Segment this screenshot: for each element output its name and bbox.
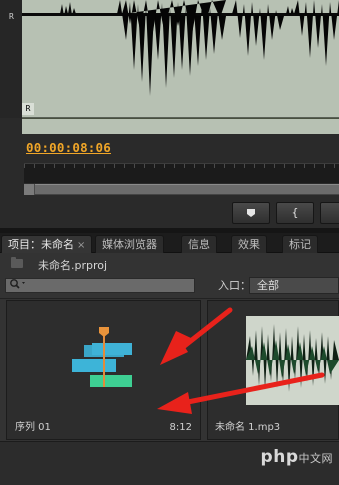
audio-clip-name: 未命名 1.mp3 bbox=[215, 422, 281, 433]
ruler-tick bbox=[184, 164, 185, 168]
in-point-select[interactable]: 全部 bbox=[249, 277, 339, 294]
ruler-tick bbox=[34, 164, 35, 168]
timeline-scrollbar[interactable] bbox=[24, 184, 339, 195]
tab-info[interactable]: 信息 bbox=[181, 235, 217, 253]
ruler-tick bbox=[174, 164, 175, 168]
ruler-tick bbox=[164, 164, 165, 168]
tab-media-browser-label: 媒体浏览器 bbox=[102, 238, 157, 251]
scrollbar-grip[interactable] bbox=[24, 184, 35, 195]
tab-effects-label: 效果 bbox=[238, 238, 260, 251]
channel-gutter: R bbox=[0, 0, 22, 118]
ruler-tick bbox=[294, 164, 295, 168]
channel-label-top: R bbox=[9, 12, 14, 21]
sequence-icon bbox=[72, 327, 132, 387]
folder-icon bbox=[11, 257, 23, 268]
ruler-tick bbox=[94, 164, 95, 168]
ruler-tick bbox=[244, 164, 245, 168]
waveform-bottom-strip bbox=[22, 118, 339, 134]
ruler-tick bbox=[214, 164, 215, 168]
monitor-transport-controls: { bbox=[0, 202, 339, 226]
ruler-tick bbox=[44, 164, 45, 168]
tab-project[interactable]: 项目：未命名 × bbox=[1, 235, 93, 253]
time-ruler[interactable] bbox=[24, 163, 339, 183]
panel-tabbar: 项目：未命名 × 媒体浏览器 信息 效果 标记 bbox=[0, 233, 339, 253]
ruler-tick bbox=[204, 164, 205, 168]
watermark-logo: php中文网 bbox=[261, 447, 333, 467]
mark-in-button[interactable]: { bbox=[276, 202, 314, 224]
close-icon[interactable]: × bbox=[77, 240, 85, 251]
ruler-tick bbox=[54, 164, 55, 168]
ruler-tick bbox=[234, 164, 235, 168]
ruler-tick bbox=[264, 164, 265, 168]
watermark-text: php bbox=[260, 447, 299, 467]
sequence-item[interactable]: 序列 01 8:12 bbox=[6, 300, 201, 440]
ruler-tick bbox=[74, 164, 75, 168]
tab-project-label: 项目：未命名 bbox=[8, 238, 74, 251]
tab-info-label: 信息 bbox=[188, 238, 210, 251]
in-point-label: 入口： bbox=[218, 279, 251, 292]
ruler-tick bbox=[324, 164, 325, 168]
ruler-tick bbox=[124, 164, 125, 168]
tab-markers[interactable]: 标记 bbox=[282, 235, 318, 253]
mark-out-button[interactable] bbox=[320, 202, 339, 224]
tab-markers-label: 标记 bbox=[289, 238, 311, 251]
ruler-tick bbox=[314, 164, 315, 168]
ruler-tick bbox=[274, 164, 275, 168]
ruler-tick bbox=[144, 164, 145, 168]
ruler-tick bbox=[84, 164, 85, 168]
ruler-tick bbox=[114, 164, 115, 168]
ruler-tick bbox=[104, 164, 105, 168]
ruler-tick bbox=[24, 164, 25, 168]
ruler-tick bbox=[194, 164, 195, 168]
marker-icon bbox=[247, 209, 255, 217]
sequence-duration: 8:12 bbox=[169, 422, 192, 433]
project-file-name: 未命名.prproj bbox=[38, 259, 108, 272]
watermark-suffix: 中文网 bbox=[298, 452, 333, 465]
ruler-tick bbox=[224, 164, 225, 168]
audio-waveform-thumbnail bbox=[246, 316, 339, 405]
ruler-tick bbox=[154, 164, 155, 168]
tab-effects[interactable]: 效果 bbox=[231, 235, 267, 253]
ruler-tick bbox=[254, 164, 255, 168]
ruler-tick bbox=[334, 164, 335, 168]
sequence-name: 序列 01 bbox=[15, 422, 51, 433]
channel-label-bottom: R bbox=[22, 103, 34, 115]
playhead-timecode[interactable]: 00:00:08:06 bbox=[26, 140, 111, 155]
source-monitor: R R 00:00:08:06 { bbox=[0, 0, 339, 232]
ruler-tick bbox=[134, 164, 135, 168]
audio-waveform[interactable] bbox=[22, 0, 339, 118]
search-icon[interactable] bbox=[9, 278, 29, 294]
ruler-tick bbox=[64, 164, 65, 168]
waveform-graphic bbox=[22, 0, 339, 96]
add-marker-button[interactable] bbox=[232, 202, 270, 224]
tab-media-browser[interactable]: 媒体浏览器 bbox=[95, 235, 164, 253]
ruler-tick bbox=[284, 164, 285, 168]
ruler-tick bbox=[304, 164, 305, 168]
search-input[interactable] bbox=[5, 278, 195, 293]
project-divider bbox=[0, 298, 339, 299]
